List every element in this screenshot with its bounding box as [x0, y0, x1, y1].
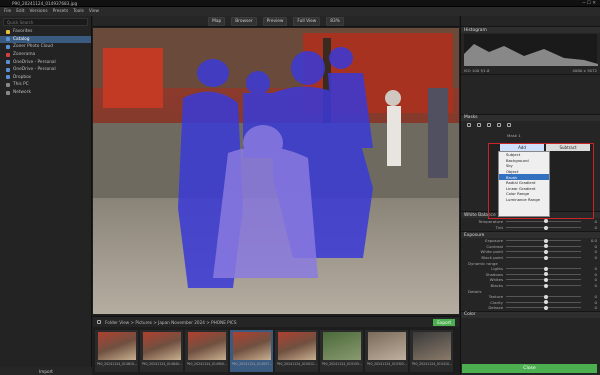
radial-icon[interactable] — [497, 122, 501, 127]
thumbnail-image — [277, 332, 316, 360]
onedrive-icon — [6, 60, 10, 65]
map-button[interactable]: Map — [208, 16, 226, 26]
filmstrip: P90_20241124_014810... P90_20241124_0148… — [93, 327, 459, 375]
window-title: P90_20241124_014937683.jpg — [12, 1, 78, 6]
exposure-header[interactable]: Exposure — [461, 231, 600, 238]
nav-onedrive-2[interactable]: OneDrive - Personal — [0, 66, 91, 74]
exposure-rows: Exposure 0.0 Contrast 0 White point 0 Black po… — [461, 238, 600, 311]
thumbnail-image — [322, 332, 361, 360]
slider-track[interactable] — [506, 244, 581, 249]
network-icon — [6, 90, 10, 95]
gradient-icon[interactable] — [487, 122, 491, 127]
import-button[interactable]: Import — [0, 367, 92, 375]
browser-button[interactable]: Browser — [231, 16, 257, 26]
menu-item-luminance-range[interactable]: Luminance Range — [499, 197, 549, 203]
masks-header[interactable]: Masks — [461, 113, 600, 121]
nav-this-pc[interactable]: This PC — [0, 81, 91, 89]
histogram-chart — [464, 34, 598, 66]
slider-track[interactable] — [506, 305, 581, 310]
mask-mode: Add Subtract — [500, 144, 590, 151]
thumbnail[interactable]: P90_20241124_014900... — [185, 330, 228, 372]
navigator-panel: Quick Search Favorites Catalog Zoner Pho… — [0, 16, 92, 375]
thumbnail[interactable]: P90_20241124_015012... — [275, 330, 318, 372]
nav-zonerama[interactable]: Zonerama — [0, 51, 91, 59]
thumbnail[interactable]: P90_20241124_014810... — [95, 330, 138, 372]
slider-track[interactable] — [506, 249, 581, 254]
eraser-icon[interactable] — [477, 122, 481, 127]
group-label: Dynamic range — [468, 260, 498, 266]
nav-favorites[interactable]: Favorites — [0, 28, 91, 36]
nav-catalog[interactable]: Catalog — [0, 35, 91, 44]
computer-icon — [6, 82, 10, 87]
slider-track[interactable] — [506, 277, 581, 282]
thumbnail[interactable]: P90_20241124_015155... — [320, 330, 363, 372]
breadcrumb[interactable]: Folder View > Pictures > Japan November … — [105, 320, 237, 325]
menu-versions[interactable]: Versions — [30, 9, 48, 14]
star-icon — [6, 29, 10, 34]
window-controls[interactable]: ─ ☐ ✕ — [583, 1, 596, 6]
export-button[interactable]: Export — [433, 318, 455, 326]
thumbnail[interactable]: P90_20241124_015410... — [410, 330, 453, 372]
menu-edit[interactable]: Edit — [16, 9, 24, 14]
thumbnail-image — [142, 332, 181, 360]
full-view-button[interactable]: Full View — [293, 16, 321, 26]
menu-tools[interactable]: Tools — [73, 9, 84, 14]
slider-track[interactable] — [506, 266, 581, 271]
catalog-icon — [6, 37, 10, 42]
photo-canvas[interactable] — [93, 28, 459, 314]
slider-track[interactable] — [506, 272, 581, 277]
slider-track[interactable] — [506, 255, 581, 260]
thumbnail-image — [187, 332, 226, 360]
preview-button[interactable]: Preview — [262, 16, 288, 26]
menu-presets[interactable]: Presets — [53, 9, 69, 14]
thumbnail-image — [232, 332, 271, 360]
thumbnail-image — [97, 332, 136, 360]
nav-onedrive-1[interactable]: OneDrive - Personal — [0, 58, 91, 66]
folder-icon — [97, 320, 101, 324]
group-label: Details — [468, 288, 482, 294]
mask-type-menu: Subject Background Sky Object Brush Radi… — [498, 151, 550, 217]
thumbnail-selected[interactable]: P90_20241124_014937... — [230, 330, 273, 372]
menu-bar: File Edit Versions Presets Tools View — [0, 7, 600, 16]
brush-icon[interactable] — [467, 122, 471, 127]
thumbnail-image — [412, 332, 451, 360]
slider-track[interactable] — [506, 238, 581, 243]
add-mask-button[interactable]: Add — [500, 144, 544, 151]
view-toolbar: Map Browser Preview Full View 83% — [93, 16, 459, 27]
nav-network[interactable]: Network — [0, 89, 91, 97]
dropbox-icon — [6, 75, 10, 80]
slider-track[interactable] — [506, 283, 581, 288]
mask-tools — [461, 121, 600, 133]
histogram-graph — [464, 44, 598, 66]
thumbnail[interactable]: P90_20241124_015302... — [365, 330, 408, 372]
zonerama-icon — [6, 52, 10, 57]
color-picker-icon[interactable] — [507, 122, 511, 127]
zoom-select[interactable]: 83% — [326, 16, 344, 26]
filmstrip-toolbar: Folder View > Pictures > Japan November … — [93, 316, 459, 327]
onedrive-icon — [6, 67, 10, 72]
quick-search-input[interactable]: Quick Search — [3, 18, 88, 26]
slider-track[interactable] — [506, 300, 581, 305]
nav-dropbox[interactable]: Dropbox — [0, 74, 91, 82]
cloud-icon — [6, 44, 10, 49]
thumbnail[interactable]: P90_20241124_014840... — [140, 330, 183, 372]
histogram-title: Histogram — [464, 27, 487, 33]
menu-view[interactable]: View — [89, 9, 99, 14]
tool-icons-area — [461, 73, 600, 114]
subtract-mask-button[interactable]: Subtract — [546, 144, 590, 151]
close-button[interactable]: Close — [462, 364, 597, 373]
slider-track[interactable] — [506, 294, 581, 299]
histogram-header[interactable]: Histogram — [461, 26, 600, 33]
menu-file[interactable]: File — [4, 9, 11, 14]
photo-image — [93, 28, 459, 314]
thumbnail-image — [367, 332, 406, 360]
title-bar: P90_20241124_014937683.jpg ─ ☐ ✕ — [0, 0, 600, 7]
color-header[interactable]: Color — [461, 310, 600, 318]
nav-zoner-cloud[interactable]: Zoner Photo Cloud — [0, 43, 91, 51]
